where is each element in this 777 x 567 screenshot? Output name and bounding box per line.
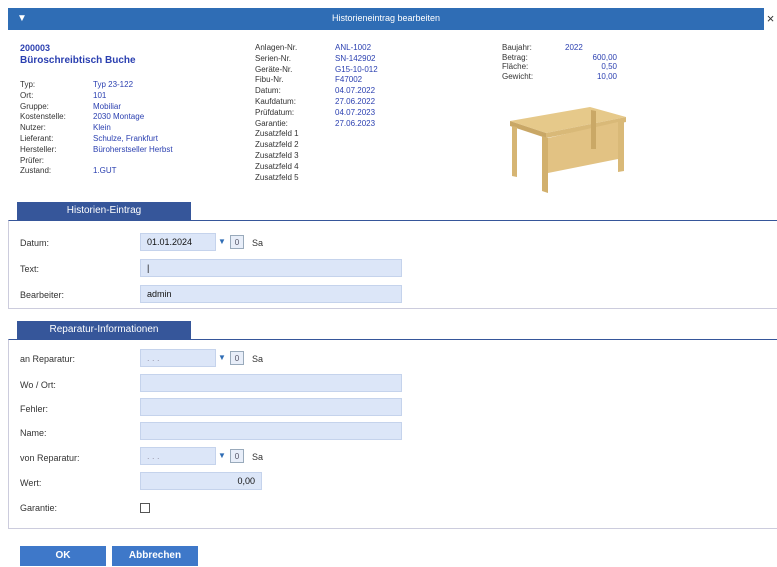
repair-to-spinner[interactable]: 0 <box>230 351 244 365</box>
repair-from-input[interactable]: . . . <box>140 447 216 465</box>
detail-value: Büroherstseller Herbst <box>93 144 173 154</box>
detail-value: 27.06.2022 <box>335 97 376 106</box>
detail-label: Zustand: <box>20 166 52 176</box>
detail-label: Baujahr: <box>502 43 532 52</box>
detail-value: Schulze, Frankfurt <box>93 134 158 143</box>
detail-label: Datum: <box>255 86 281 96</box>
detail-value: 27.06.2023 <box>335 118 376 128</box>
detail-value: 2030 Montage <box>93 112 145 122</box>
warranty-checkbox[interactable] <box>140 503 150 513</box>
asset-number: 200003 <box>20 43 51 53</box>
text-input[interactable]: | <box>140 259 402 277</box>
detail-label: Prüfdatum: <box>255 107 295 117</box>
detail-label: Hersteller: <box>20 144 57 154</box>
name-label: Name: <box>20 428 47 438</box>
detail-value: 10,00 <box>596 71 617 81</box>
detail-label: Betrag: <box>502 52 528 62</box>
asset-name: Büroschreibtisch Buche <box>20 55 136 66</box>
detail-label: Zusatzfeld 5 <box>255 172 299 182</box>
tab-history-entry[interactable]: Historien-Eintrag <box>17 202 191 220</box>
date-spinner[interactable]: 0 <box>230 235 244 249</box>
detail-value: Mobiliar <box>93 101 122 111</box>
detail-label: Kaufdatum: <box>255 97 296 106</box>
detail-label: Fläche: <box>502 62 529 71</box>
repair-to-weekday: Sa <box>252 354 264 364</box>
repair-to-dropdown-icon[interactable]: ▼ <box>216 349 228 367</box>
detail-value: ANL-1002 <box>335 43 372 52</box>
repair-from-label: von Reparatur: <box>20 453 80 463</box>
detail-value: SN-142902 <box>335 53 376 63</box>
ok-button[interactable]: OK <box>20 546 106 566</box>
editor-input[interactable]: admin <box>140 285 402 303</box>
repair-from-dropdown-icon[interactable]: ▼ <box>216 447 228 465</box>
detail-label: Zusatzfeld 1 <box>255 129 299 139</box>
detail-value: 0,50 <box>601 62 617 71</box>
detail-label: Anlagen-Nr. <box>255 43 298 52</box>
detail-label: Garantie: <box>255 118 288 128</box>
name-input[interactable] <box>140 422 402 440</box>
text-label: Text: <box>20 264 40 274</box>
detail-value: Klein <box>93 123 111 133</box>
detail-value: 04.07.2022 <box>335 86 376 96</box>
warranty-label: Garantie: <box>20 503 58 513</box>
date-dropdown-icon[interactable]: ▼ <box>216 233 228 251</box>
detail-value: 600,00 <box>592 52 617 62</box>
where-input[interactable] <box>140 374 402 392</box>
repair-from-weekday: Sa <box>252 452 264 462</box>
detail-label: Nutzer: <box>20 123 46 133</box>
error-label: Fehler: <box>20 404 49 414</box>
editor-label: Bearbeiter: <box>20 290 65 300</box>
desk-image <box>510 107 626 193</box>
repair-to-label: an Reparatur: <box>20 354 76 364</box>
value-input[interactable]: 0,00 <box>140 472 262 490</box>
error-input[interactable] <box>140 398 402 416</box>
detail-value: 2022 <box>565 43 583 52</box>
detail-label: Gewicht: <box>502 71 534 81</box>
detail-label: Geräte-Nr. <box>255 64 293 74</box>
detail-label: Zusatzfeld 2 <box>255 140 299 150</box>
where-label: Wo / Ort: <box>20 380 56 390</box>
close-icon[interactable]: × <box>764 8 777 30</box>
detail-value: G15-10-012 <box>335 64 378 74</box>
value-label: Wert: <box>20 478 42 488</box>
cancel-button[interactable]: Abbrechen <box>112 546 198 566</box>
detail-value: 101 <box>93 90 107 100</box>
title-bar: ▼ Historieneintrag bearbeiten <box>8 8 764 30</box>
detail-value: F47002 <box>335 75 363 85</box>
detail-label: Kostenstelle: <box>20 112 66 122</box>
date-label: Datum: <box>20 238 50 248</box>
detail-label: Fibu-Nr. <box>255 75 284 85</box>
detail-value: 1.GUT <box>93 166 117 176</box>
date-input[interactable]: 01.01.2024 <box>140 233 216 251</box>
repair-from-spinner[interactable]: 0 <box>230 449 244 463</box>
detail-label: Ort: <box>20 90 34 100</box>
detail-label: Typ: <box>20 80 36 89</box>
tab-repair-info[interactable]: Reparatur-Informationen <box>17 321 191 339</box>
window-title: Historieneintrag bearbeiten <box>331 13 441 23</box>
date-weekday: Sa <box>252 238 264 248</box>
detail-label: Zusatzfeld 3 <box>255 151 299 160</box>
detail-label: Zusatzfeld 4 <box>255 161 299 171</box>
detail-label: Gruppe: <box>20 101 49 111</box>
detail-value: 04.07.2023 <box>335 107 376 117</box>
detail-value: Typ 23-122 <box>93 80 134 89</box>
repair-to-input[interactable]: . . . <box>140 349 216 367</box>
detail-label: Prüfer: <box>20 155 45 165</box>
detail-label: Serien-Nr. <box>255 53 292 63</box>
detail-label: Lieferant: <box>20 134 54 143</box>
